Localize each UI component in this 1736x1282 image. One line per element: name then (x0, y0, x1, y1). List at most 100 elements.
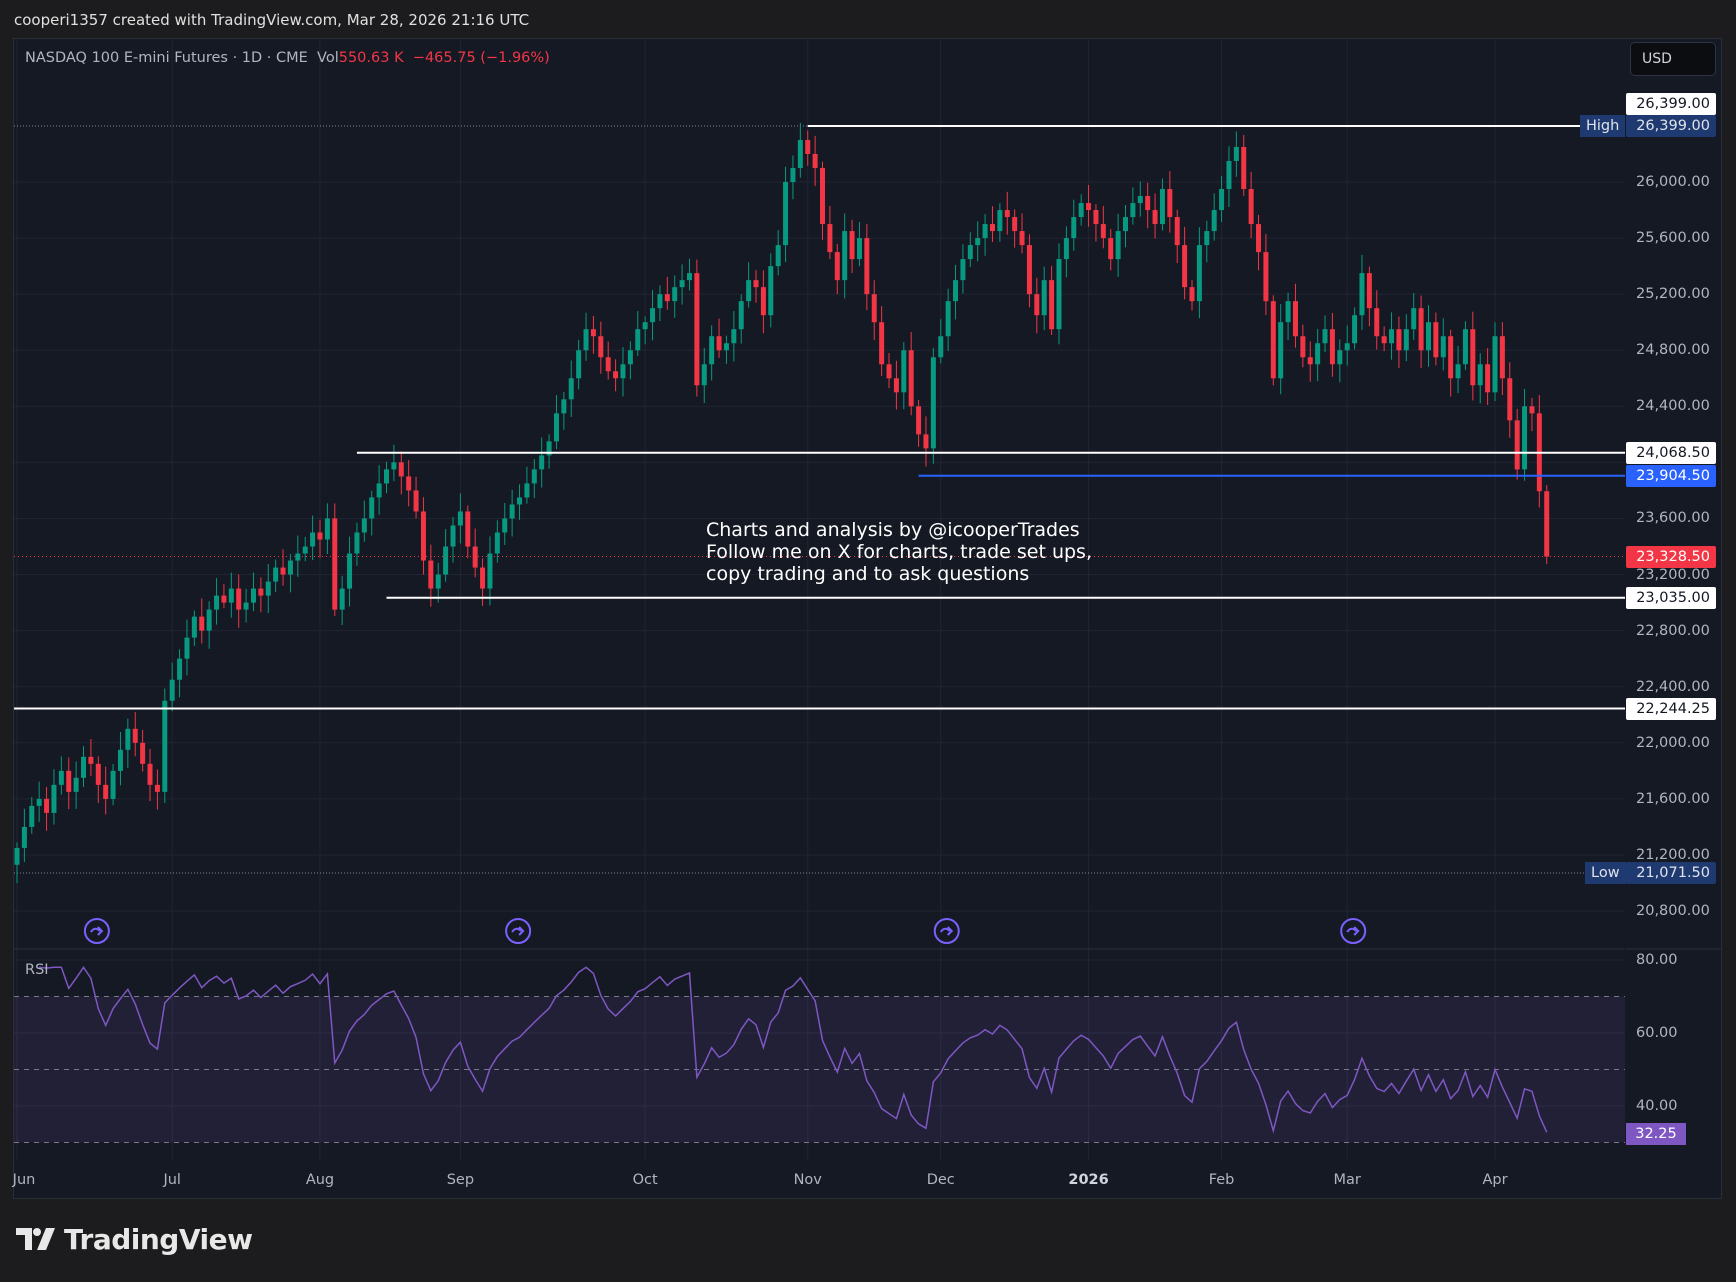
candle-body (117, 749, 123, 771)
candle (797, 122, 803, 178)
candle-body (812, 153, 818, 168)
event-circle (1340, 918, 1367, 944)
candle (1344, 325, 1350, 366)
candle-body (36, 798, 42, 806)
candle (738, 294, 744, 344)
candle-body (1448, 336, 1454, 379)
candle (664, 276, 670, 310)
candle (1507, 362, 1513, 438)
candle (169, 662, 175, 712)
candle-body (1440, 336, 1446, 358)
price-tick-label: 23,600.00 (1636, 510, 1710, 527)
candle-body (657, 294, 663, 309)
candle (1130, 187, 1136, 225)
candle (1159, 178, 1165, 231)
level-26399-price-label: 26,399.00 (1626, 93, 1716, 116)
chart-canvas[interactable] (0, 0, 1736, 1282)
candle (635, 311, 641, 356)
candle (1108, 229, 1114, 271)
candle-body (916, 406, 922, 435)
candle (1285, 292, 1291, 341)
candle-body (1093, 210, 1099, 225)
candle-body (1019, 231, 1025, 246)
candle (908, 332, 914, 416)
candle (14, 842, 20, 883)
candle-body (642, 322, 648, 330)
candle-body (1381, 336, 1387, 344)
candle-body (1182, 245, 1188, 288)
candle (177, 649, 183, 698)
candle (243, 588, 249, 623)
candle (191, 610, 197, 647)
candle-body (339, 588, 345, 610)
candle-body (953, 280, 959, 302)
candle-body (487, 553, 493, 589)
price-tick-label: 21,200.00 (1636, 846, 1710, 863)
event-marker-icon[interactable] (933, 918, 960, 944)
time-axis-label: Feb (1208, 1172, 1235, 1188)
candle (1123, 205, 1128, 248)
candle (694, 259, 700, 397)
candle-body (590, 329, 596, 337)
time-axis-label: Aug (305, 1172, 335, 1188)
candle (1041, 266, 1047, 331)
level-23904-price-label: 23,904.50 (1626, 464, 1716, 487)
candle (1189, 279, 1195, 311)
candle (1307, 341, 1313, 382)
candle (1211, 193, 1217, 241)
analysis-note: Charts and analysis by @icooperTrades Fo… (706, 519, 1092, 585)
candle-body (1485, 364, 1491, 393)
candle-body (1396, 329, 1402, 351)
candle-body (879, 322, 885, 365)
candle-body (1041, 280, 1047, 316)
candle (1433, 312, 1439, 366)
candle (982, 214, 988, 256)
event-marker-icon[interactable] (83, 918, 110, 944)
candle-body (834, 252, 840, 281)
currency-button[interactable]: USD (1630, 42, 1716, 76)
candle-body (967, 245, 973, 260)
candle (273, 559, 279, 592)
high-tag: High (1580, 115, 1626, 138)
candle (893, 360, 899, 410)
candle (923, 416, 929, 467)
candle-body (945, 301, 951, 337)
candle-body (1115, 231, 1121, 260)
tradingview-logo[interactable]: TradingView (16, 1223, 253, 1256)
candle (842, 213, 848, 299)
candle-body (1159, 189, 1165, 225)
candle-body (1492, 336, 1498, 393)
candle-body (1100, 224, 1106, 239)
candle (989, 206, 995, 243)
candle (539, 437, 545, 488)
candle-body (494, 532, 500, 554)
candle (29, 797, 35, 834)
candle (125, 718, 131, 769)
symbol-title[interactable]: NASDAQ 100 E-mini Futures · 1D · CME (25, 50, 308, 66)
candle (1145, 182, 1151, 229)
candle (384, 461, 389, 494)
candle (576, 339, 582, 390)
vol-label: Vol (317, 50, 339, 66)
candle (1204, 220, 1210, 263)
candle-body (1034, 294, 1040, 316)
price-tick-label: 22,800.00 (1636, 622, 1710, 639)
candle-body (302, 546, 308, 554)
candle (1056, 243, 1062, 345)
candle-body (1219, 189, 1225, 211)
candle-body (480, 567, 486, 589)
candle (295, 535, 301, 577)
candle-body (140, 742, 146, 764)
candle-body (790, 167, 796, 182)
event-marker-icon[interactable] (505, 918, 532, 944)
candle-body (103, 784, 109, 799)
candle-body (1248, 189, 1254, 225)
candle-body (524, 483, 530, 498)
candle (214, 578, 220, 625)
candle-body (406, 476, 412, 491)
candle-body (1374, 308, 1380, 337)
candle-body (1108, 238, 1114, 260)
candle-body (672, 287, 678, 302)
event-marker-icon[interactable] (1340, 918, 1367, 944)
candle-body (1233, 146, 1239, 161)
